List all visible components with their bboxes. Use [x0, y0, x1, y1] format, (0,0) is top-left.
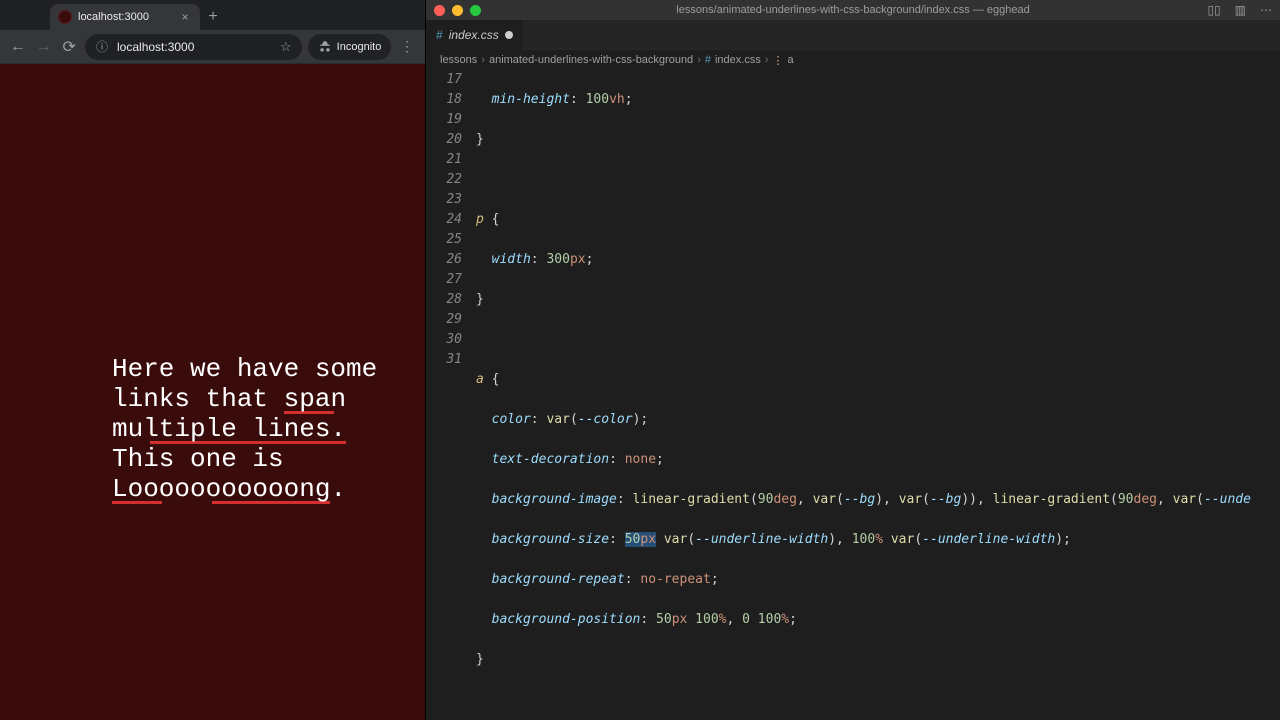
line-number: 20	[426, 130, 462, 150]
window-maximize-button[interactable]	[470, 5, 481, 16]
line-number: 30	[426, 330, 462, 350]
line-number: 29	[426, 310, 462, 330]
link-long[interactable]: Looooooooooong	[112, 474, 330, 504]
editor-tab-indexcss[interactable]: # index.css	[426, 20, 524, 50]
window-close-button[interactable]	[434, 5, 445, 16]
text: .	[330, 474, 346, 504]
window-minimize-button[interactable]	[452, 5, 463, 16]
browser-menu-button[interactable]: ⋮	[397, 35, 417, 59]
browser-tab[interactable]: localhost:3000 ×	[50, 4, 200, 30]
code-lines[interactable]: min-height: 100vh; } p { width: 300px; }…	[476, 70, 1280, 720]
line-number: 25	[426, 230, 462, 250]
back-button[interactable]: ←	[8, 35, 28, 59]
line-number: 18	[426, 90, 462, 110]
line-number: 23	[426, 190, 462, 210]
tab-title: localhost:3000	[78, 11, 172, 23]
window-actions: ▯▯ ▥ ⋯	[1207, 3, 1272, 17]
incognito-badge[interactable]: Incognito	[308, 34, 392, 60]
traffic-lights	[434, 5, 481, 16]
site-info-icon[interactable]: ⓘ	[95, 40, 109, 54]
code-editor[interactable]: 17 18 19 20 21 22 23 24 25 26 27 28 29 3…	[426, 70, 1280, 720]
css-file-icon: #	[705, 54, 711, 66]
url-input[interactable]	[117, 40, 272, 54]
incognito-icon	[318, 40, 332, 54]
css-file-icon: #	[436, 28, 443, 42]
line-number: 21	[426, 150, 462, 170]
chevron-right-icon: ›	[765, 54, 769, 66]
split-editor-icon[interactable]: ▥	[1235, 3, 1246, 17]
browser-window: localhost:3000 × + ← → ⟳ ⓘ ☆ Incognito ⋮…	[0, 0, 426, 720]
page-paragraph: Here we have some links that span multip…	[112, 354, 412, 504]
chevron-right-icon: ›	[481, 54, 485, 66]
text: This one is	[112, 444, 284, 474]
more-actions-icon[interactable]: ⋯	[1260, 3, 1272, 17]
line-number: 19	[426, 110, 462, 130]
breadcrumb-seg[interactable]: lessons	[440, 54, 477, 66]
close-tab-icon[interactable]: ×	[178, 10, 192, 24]
breadcrumb-seg[interactable]: animated-underlines-with-css-background	[489, 54, 693, 66]
new-tab-button[interactable]: +	[200, 4, 226, 30]
line-number: 17	[426, 70, 462, 90]
line-number: 27	[426, 270, 462, 290]
line-number: 31	[426, 350, 462, 370]
favicon	[58, 10, 72, 24]
breadcrumb-selector[interactable]: a	[788, 54, 794, 66]
editor-window: lessons/animated-underlines-with-css-bac…	[426, 0, 1280, 720]
editor-titlebar: lessons/animated-underlines-with-css-bac…	[426, 0, 1280, 20]
forward-button[interactable]: →	[34, 35, 54, 59]
line-number: 28	[426, 290, 462, 310]
browser-viewport: Here we have some links that span multip…	[0, 64, 425, 720]
editor-tabbar: # index.css	[426, 20, 1280, 50]
bookmark-icon[interactable]: ☆	[280, 39, 292, 55]
line-gutter: 17 18 19 20 21 22 23 24 25 26 27 28 29 3…	[426, 70, 476, 720]
browser-toolbar: ← → ⟳ ⓘ ☆ Incognito ⋮	[0, 30, 425, 64]
selector-icon: ⋮	[773, 54, 784, 67]
breadcrumb-file[interactable]: index.css	[715, 54, 761, 66]
chevron-right-icon: ›	[697, 54, 701, 66]
breadcrumb[interactable]: lessons › animated-underlines-with-css-b…	[426, 50, 1280, 70]
toggle-layout-icon[interactable]: ▯▯	[1207, 3, 1220, 17]
browser-tabbar: localhost:3000 × +	[0, 0, 425, 30]
line-number: 22	[426, 170, 462, 190]
modified-indicator-icon	[505, 31, 513, 39]
line-number: 26	[426, 250, 462, 270]
line-number: 24	[426, 210, 462, 230]
incognito-label: Incognito	[337, 41, 382, 53]
reload-button[interactable]: ⟳	[59, 35, 79, 59]
editor-tab-label: index.css	[449, 28, 499, 42]
window-title: lessons/animated-underlines-with-css-bac…	[426, 4, 1280, 16]
address-bar[interactable]: ⓘ ☆	[85, 34, 302, 60]
